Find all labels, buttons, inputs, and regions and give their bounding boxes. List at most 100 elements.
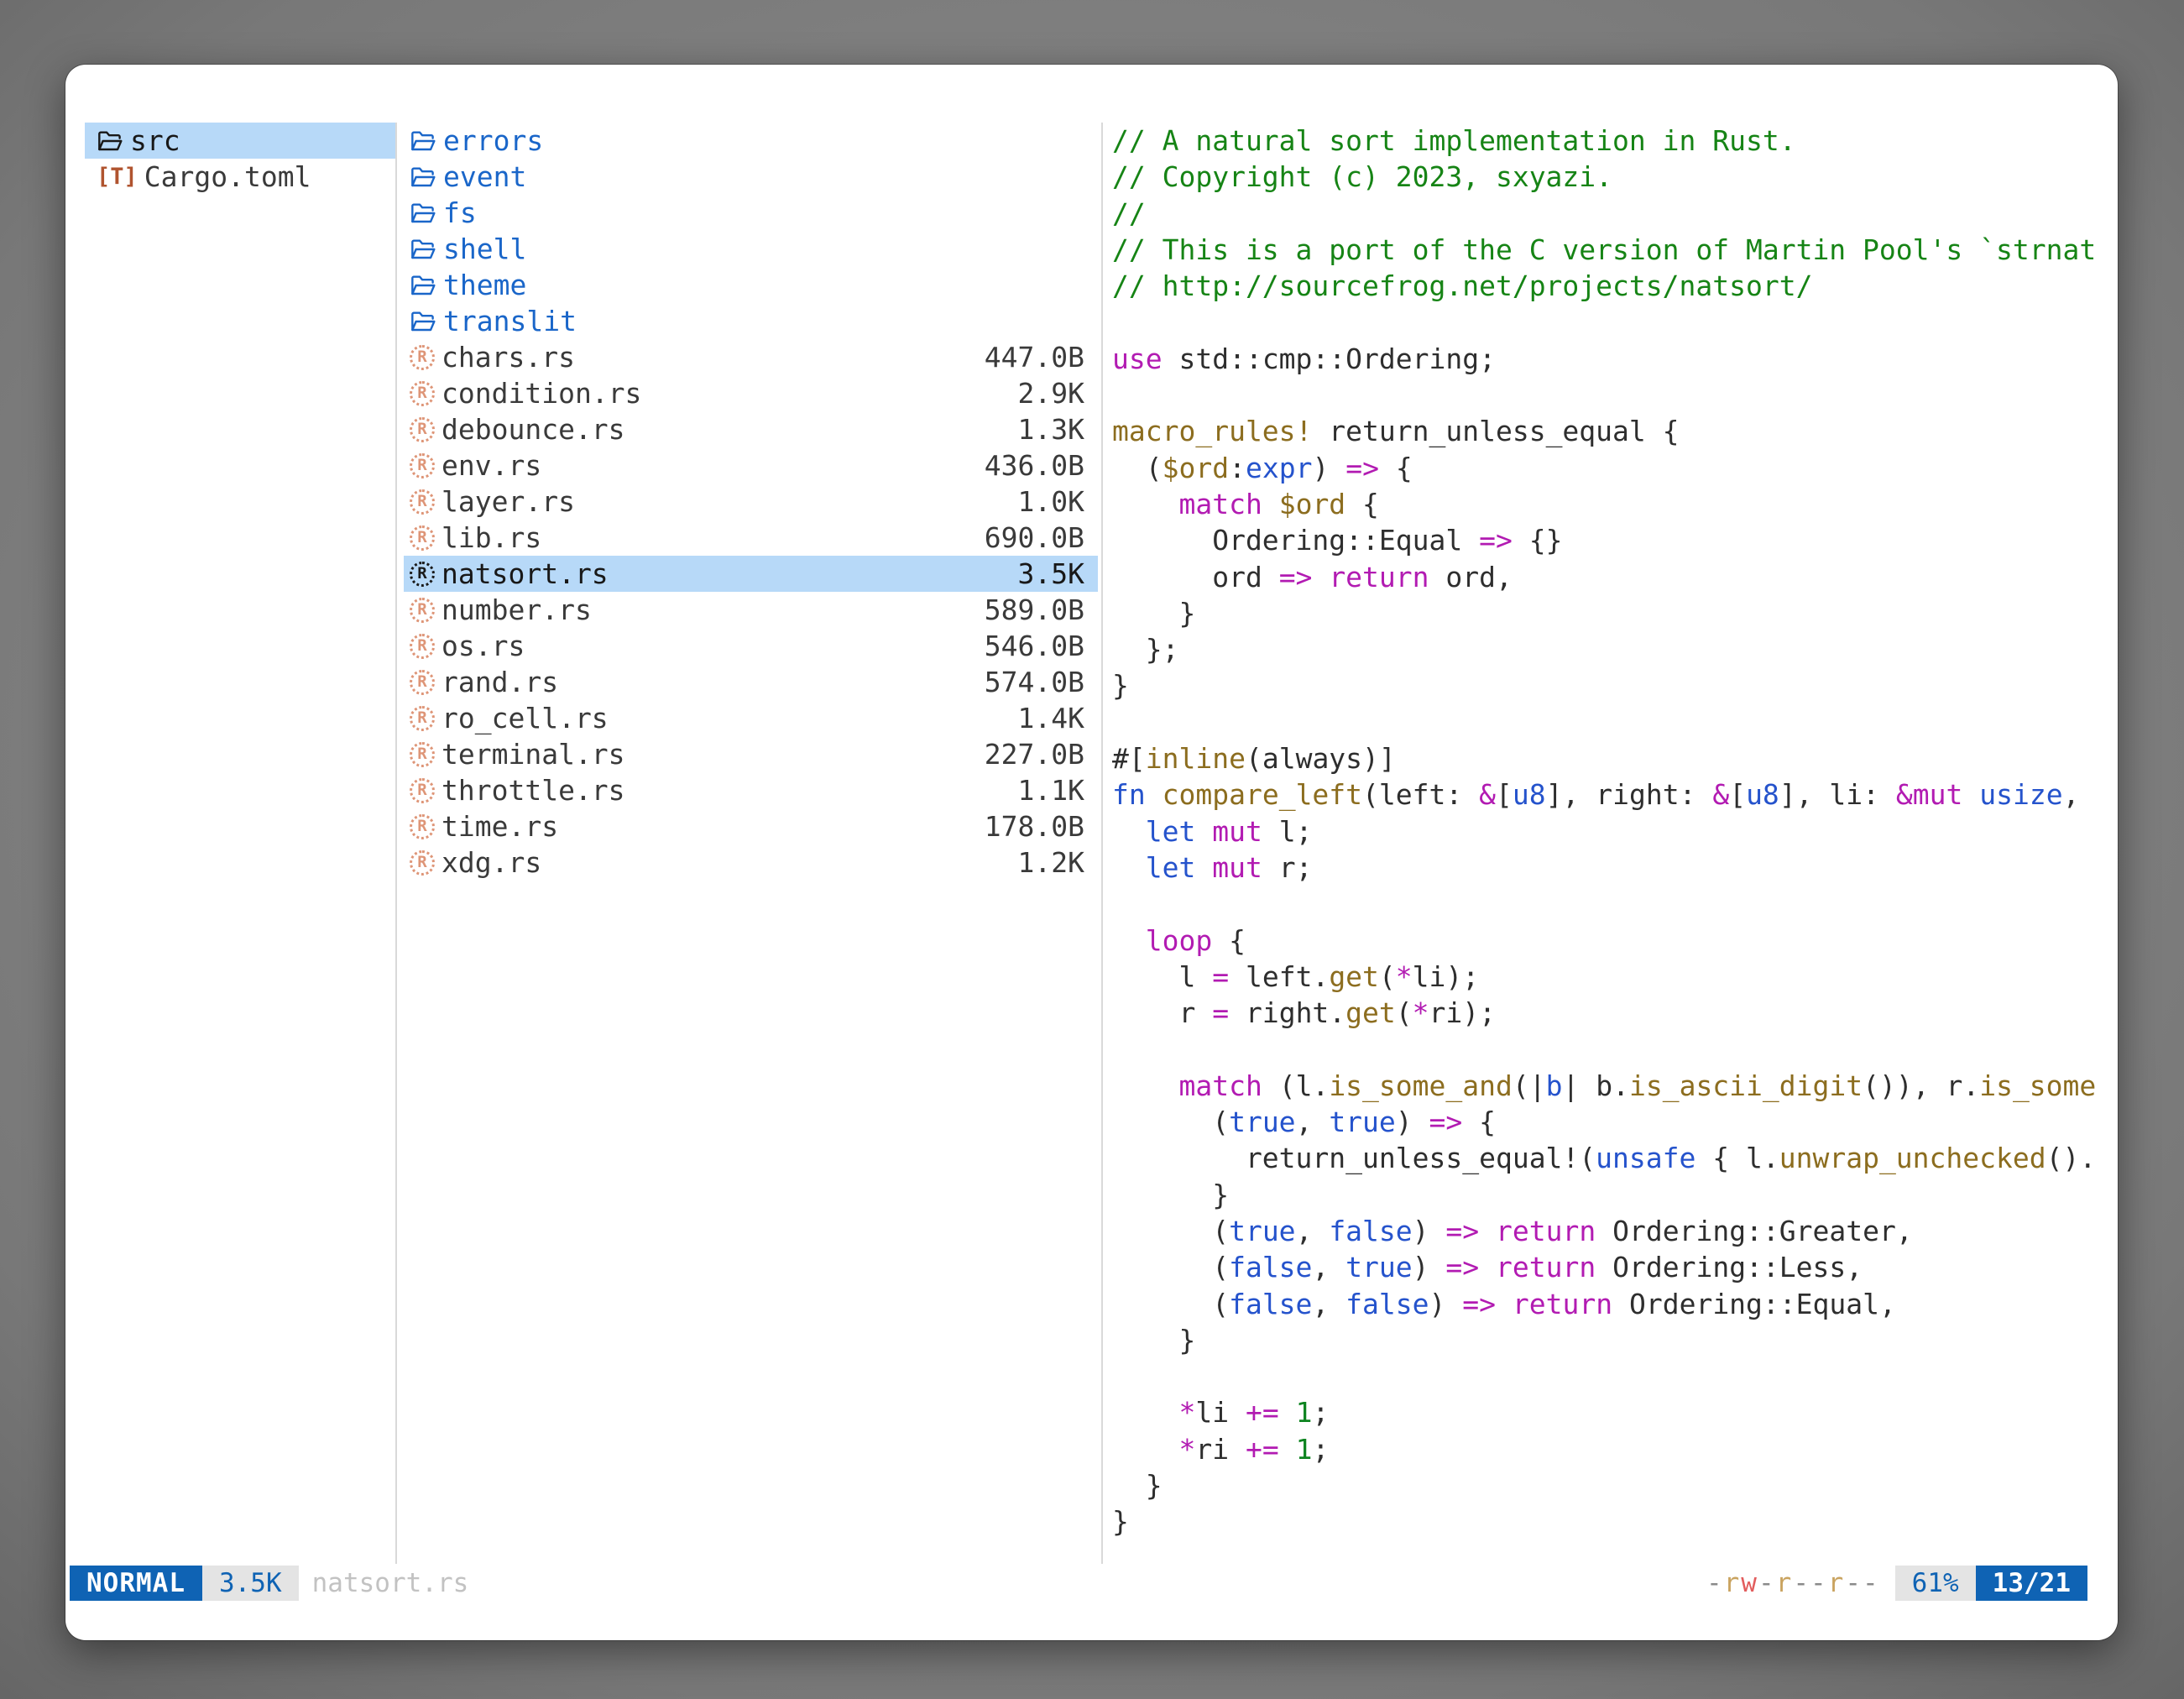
rust-file-icon: R	[410, 489, 435, 515]
code-line: // A natural sort implementation in Rust…	[1112, 123, 2101, 159]
folder-row-shell[interactable]: shell	[404, 231, 1098, 267]
code-line: Ordering::Equal => {}	[1112, 522, 2101, 558]
rust-file-icon: R	[410, 742, 435, 767]
cursor-position-badge: 13/21	[1976, 1566, 2087, 1601]
code-line: (true, true) => {	[1112, 1104, 2101, 1140]
file-name: time.rs	[442, 810, 974, 843]
file-row-xdg.rs[interactable]: Rxdg.rs1.2K	[404, 844, 1098, 881]
file-name: fs	[443, 196, 1084, 229]
file-size: 436.0B	[985, 449, 1084, 482]
code-line: // http://sourcefrog.net/projects/natsor…	[1112, 268, 2101, 304]
file-name: theme	[443, 269, 1084, 301]
open-folder-icon	[97, 128, 123, 154]
file-row-number.rs[interactable]: Rnumber.rs589.0B	[404, 592, 1098, 628]
code-line: }	[1112, 1467, 2101, 1503]
file-name: terminal.rs	[442, 738, 974, 771]
rust-file-icon: R	[410, 778, 435, 803]
file-size: 1.1K	[1018, 774, 1084, 807]
file-row-layer.rs[interactable]: Rlayer.rs 1.0K	[404, 484, 1098, 520]
code-line: //	[1112, 196, 2101, 232]
file-row-throttle.rs[interactable]: Rthrottle.rs 1.1K	[404, 772, 1098, 808]
file-row-env.rs[interactable]: Renv.rs 436.0B	[404, 447, 1098, 484]
file-name: ro_cell.rs	[442, 702, 1008, 734]
file-row-rand.rs[interactable]: Rrand.rs574.0B	[404, 664, 1098, 700]
mode-badge: NORMAL	[70, 1566, 202, 1601]
file-row-ro_cell.rs[interactable]: Rro_cell.rs 1.4K	[404, 700, 1098, 736]
rust-file-icon: R	[410, 562, 435, 587]
file-name: translit	[443, 305, 1084, 337]
open-folder-icon	[410, 272, 436, 299]
file-name: shell	[443, 233, 1084, 265]
rust-file-icon: R	[410, 453, 435, 478]
folder-row-fs[interactable]: fs	[404, 195, 1098, 231]
rust-file-icon: R	[410, 381, 435, 406]
file-size: 1.0K	[1018, 485, 1084, 518]
folder-row-errors[interactable]: errors	[404, 123, 1098, 159]
file-name: xdg.rs	[442, 846, 1008, 879]
code-line: (false, false) => return Ordering::Equal…	[1112, 1286, 2101, 1322]
code-line: *ri += 1;	[1112, 1431, 2101, 1467]
file-row-time.rs[interactable]: Rtime.rs178.0B	[404, 808, 1098, 844]
code-line: let mut r;	[1112, 850, 2101, 886]
code-line	[1112, 1031, 2101, 1067]
code-line: }	[1112, 1503, 2101, 1540]
file-row-terminal.rs[interactable]: Rterminal.rs227.0B	[404, 736, 1098, 772]
file-size: 574.0B	[985, 666, 1084, 698]
code-line	[1112, 377, 2101, 413]
code-line: (true, false) => return Ordering::Greate…	[1112, 1213, 2101, 1249]
file-row-condition.rs[interactable]: Rcondition.rs 2.9K	[404, 375, 1098, 411]
status-bar: NORMAL 3.5K natsort.rs -rw-r--r-- 61% 13…	[70, 1566, 2087, 1601]
folder-row-translit[interactable]: translit	[404, 303, 1098, 339]
file-name: src	[130, 124, 382, 157]
file-name: layer.rs	[442, 485, 1008, 518]
code-line: match $ord {	[1112, 486, 2101, 522]
rust-file-icon: R	[410, 706, 435, 731]
open-folder-icon	[410, 200, 436, 227]
rust-file-icon: R	[410, 598, 435, 623]
file-name: condition.rs	[442, 377, 1008, 410]
code-line: ($ord:expr) => {	[1112, 450, 2101, 486]
folder-row-event[interactable]: event	[404, 159, 1098, 195]
rust-file-icon: R	[410, 634, 435, 659]
file-name: env.rs	[442, 449, 974, 482]
file-row-debounce.rs[interactable]: Rdebounce.rs1.3K	[404, 411, 1098, 447]
code-line: // Copyright (c) 2023, sxyazi.	[1112, 159, 2101, 195]
file-size: 3.5K	[1018, 557, 1084, 590]
toml-file-icon: [T]	[97, 164, 138, 190]
code-line: use std::cmp::Ordering;	[1112, 341, 2101, 377]
file-name: throttle.rs	[442, 774, 1008, 807]
code-line: return_unless_equal!(unsafe { l.unwrap_u…	[1112, 1140, 2101, 1176]
file-size: 2.9K	[1018, 377, 1084, 410]
file-size: 1.4K	[1018, 702, 1084, 734]
file-size-badge: 3.5K	[202, 1566, 299, 1601]
code-line: l = left.get(*li);	[1112, 959, 2101, 995]
code-line: let mut l;	[1112, 813, 2101, 850]
file-size: 447.0B	[985, 341, 1084, 374]
status-filename: natsort.rs	[312, 1568, 469, 1598]
file-row-Cargo.toml[interactable]: [T]Cargo.toml	[85, 159, 395, 195]
code-line	[1112, 886, 2101, 922]
code-line: #[inline(always)]	[1112, 740, 2101, 776]
file-size: 1.2K	[1018, 846, 1084, 879]
code-line: }	[1112, 1177, 2101, 1213]
code-line: };	[1112, 631, 2101, 667]
code-line: // This is a port of the C version of Ma…	[1112, 232, 2101, 268]
file-row-natsort.rs[interactable]: Rnatsort.rs3.5K	[404, 556, 1098, 592]
permissions-indicator: -rw-r--r--	[1706, 1568, 1880, 1598]
code-line: }	[1112, 667, 2101, 703]
code-line: r = right.get(*ri);	[1112, 995, 2101, 1031]
code-line: (false, true) => return Ordering::Less,	[1112, 1249, 2101, 1285]
open-folder-icon	[410, 128, 436, 154]
file-row-chars.rs[interactable]: Rchars.rs447.0B	[404, 339, 1098, 375]
file-size: 178.0B	[985, 810, 1084, 843]
open-folder-icon	[410, 236, 436, 263]
file-size: 546.0B	[985, 630, 1084, 662]
file-row-lib.rs[interactable]: Rlib.rs690.0B	[404, 520, 1098, 556]
scroll-percent-badge: 61%	[1895, 1566, 1976, 1601]
open-folder-icon	[410, 308, 436, 335]
folder-row-theme[interactable]: theme	[404, 267, 1098, 303]
code-preview: // A natural sort implementation in Rust…	[1112, 123, 2101, 1540]
code-line: macro_rules! return_unless_equal {	[1112, 413, 2101, 449]
file-row-os.rs[interactable]: Ros.rs546.0B	[404, 628, 1098, 664]
folder-row-src[interactable]: src	[85, 123, 395, 159]
